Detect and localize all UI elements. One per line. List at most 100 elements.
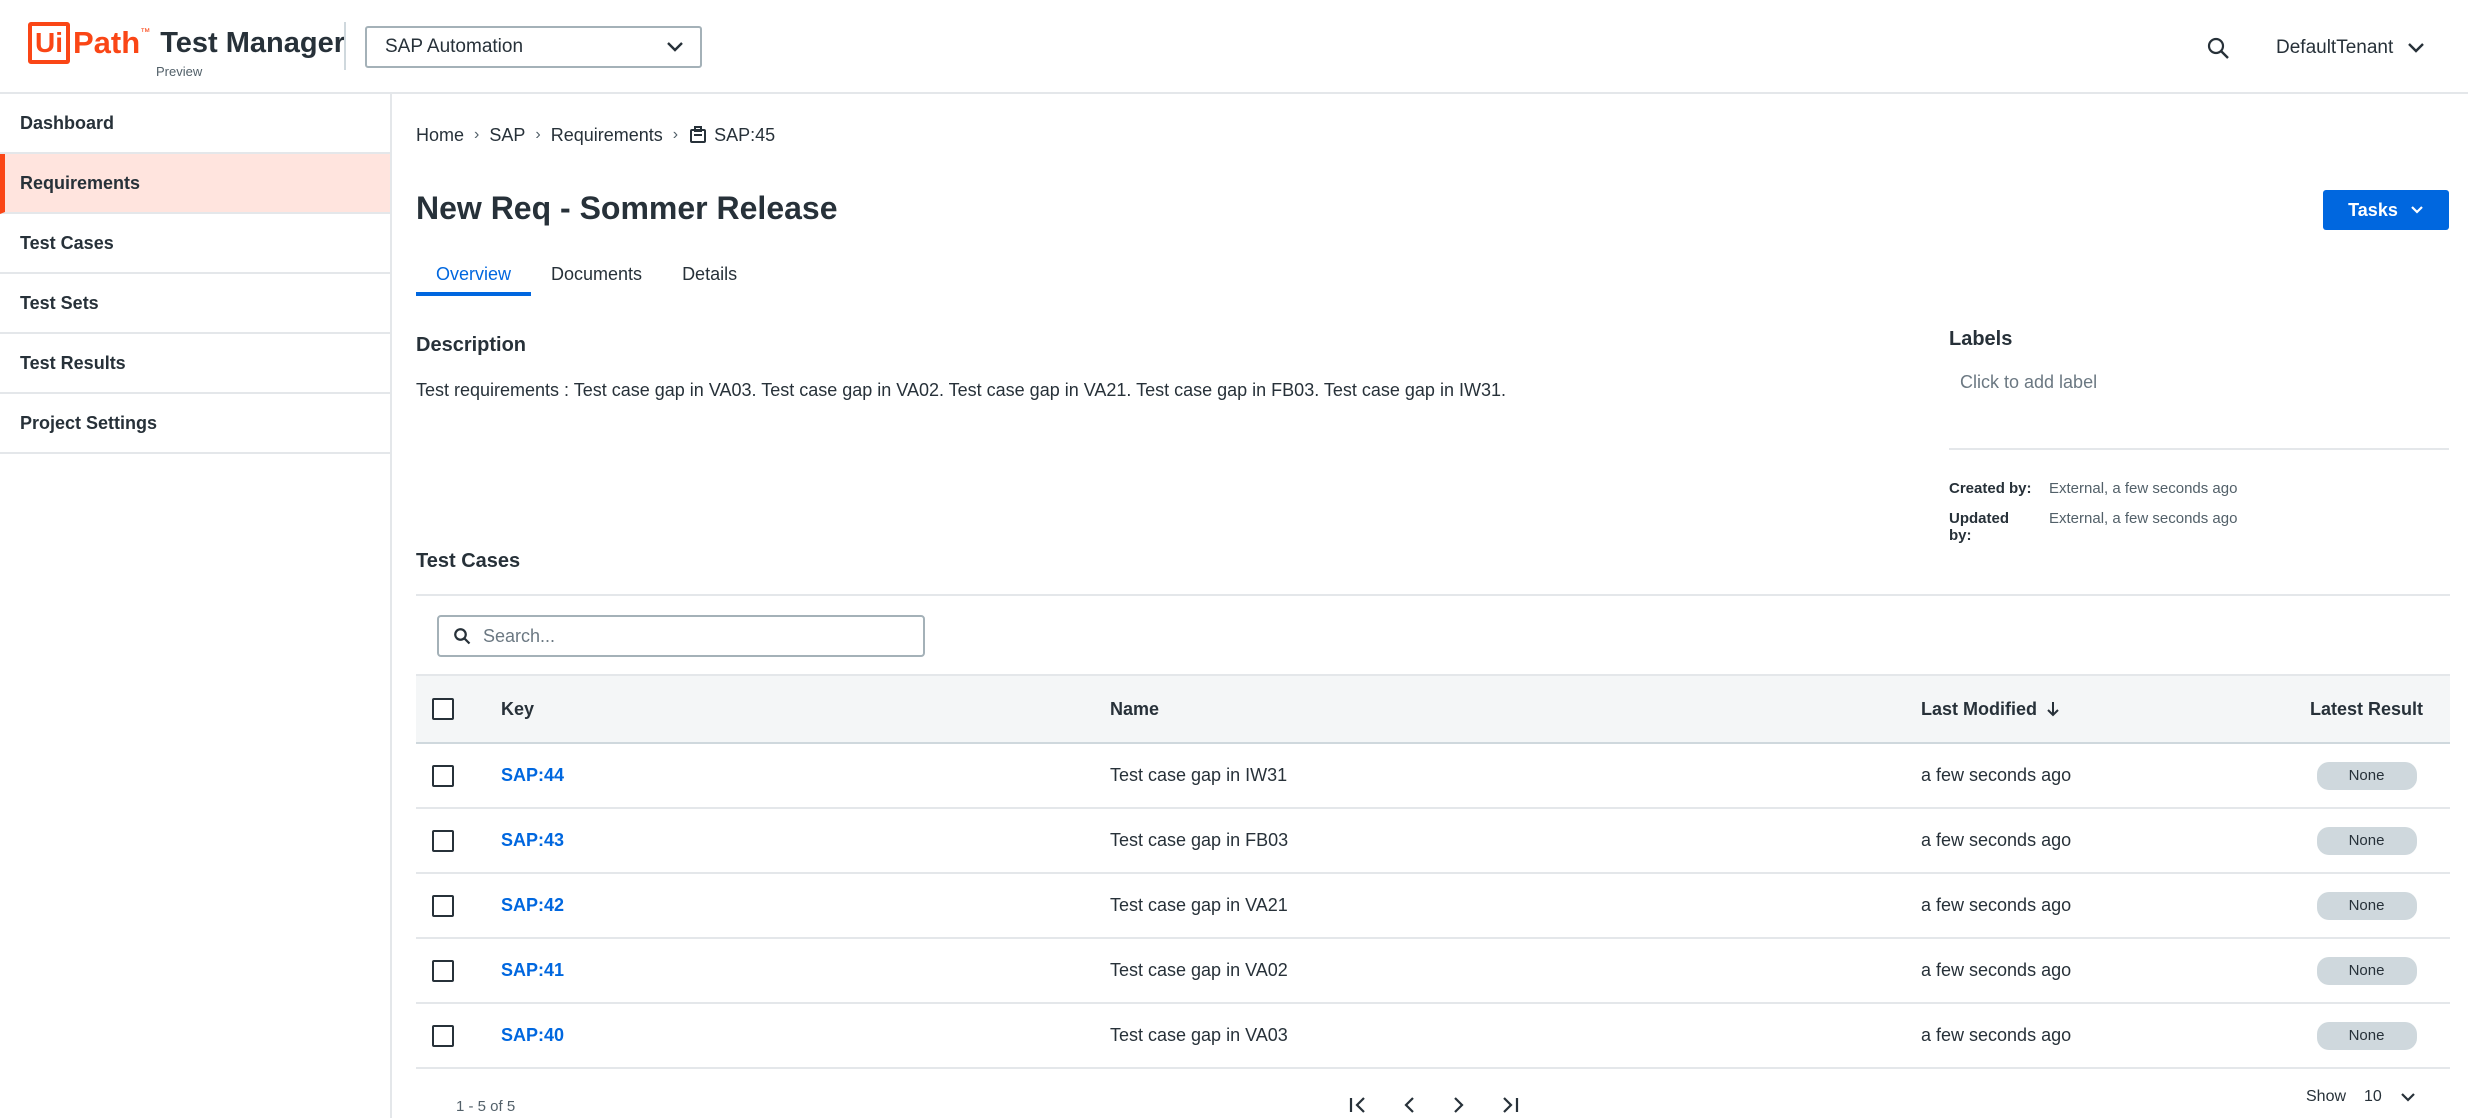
chevron-down-icon bbox=[667, 42, 683, 52]
search-input[interactable] bbox=[483, 625, 903, 647]
test-cases-search[interactable] bbox=[437, 615, 925, 657]
last-page-button[interactable] bbox=[1494, 1090, 1524, 1118]
sidebar-nav: Dashboard Requirements Test Cases Test S… bbox=[0, 94, 392, 1118]
table-row[interactable]: SAP:40 Test case gap in VA03 a few secon… bbox=[416, 1004, 2450, 1069]
created-by-label: Created by: bbox=[1949, 480, 2032, 497]
test-case-key-link[interactable]: SAP:44 bbox=[501, 765, 564, 785]
result-badge: None bbox=[2316, 956, 2417, 985]
row-checkbox[interactable] bbox=[432, 764, 454, 787]
breadcrumb-home[interactable]: Home bbox=[416, 125, 464, 146]
tasks-button-label: Tasks bbox=[2348, 199, 2398, 220]
sidebar-item-test-sets[interactable]: Test Sets bbox=[0, 274, 390, 334]
app-header: Ui Path ™ Test Manager Preview SAP Autom… bbox=[0, 0, 2468, 94]
test-case-key-link[interactable]: SAP:42 bbox=[501, 895, 564, 915]
row-checkbox[interactable] bbox=[432, 894, 454, 917]
test-case-name: Test case gap in VA03 bbox=[1110, 1025, 1288, 1045]
breadcrumb-current: SAP:45 bbox=[714, 124, 776, 145]
table-row[interactable]: SAP:44 Test case gap in IW31 a few secon… bbox=[416, 744, 2450, 809]
test-case-modified: a few seconds ago bbox=[1921, 765, 2072, 785]
first-page-button[interactable] bbox=[1344, 1090, 1374, 1118]
sidebar-item-test-results[interactable]: Test Results bbox=[0, 334, 390, 394]
test-case-name: Test case gap in FB03 bbox=[1110, 830, 1289, 850]
description-text: Test requirements : Test case gap in VA0… bbox=[416, 380, 1506, 400]
row-checkbox[interactable] bbox=[432, 959, 454, 982]
tenant-selector[interactable]: DefaultTenant bbox=[2276, 30, 2425, 66]
row-checkbox[interactable] bbox=[432, 829, 454, 852]
requirement-icon bbox=[690, 126, 707, 143]
first-page-icon bbox=[1349, 1097, 1365, 1113]
sidebar-item-project-settings[interactable]: Project Settings bbox=[0, 394, 390, 454]
pagination-controls bbox=[1344, 1090, 1524, 1118]
chevron-down-icon bbox=[2408, 43, 2425, 53]
project-selector[interactable]: SAP Automation bbox=[365, 26, 702, 68]
breadcrumb: Home › SAP › Requirements › SAP:45 bbox=[416, 120, 775, 150]
labels-heading: Labels bbox=[1949, 328, 2013, 350]
description-heading: Description bbox=[416, 334, 527, 356]
test-case-modified: a few seconds ago bbox=[1921, 1025, 2072, 1045]
previous-page-button[interactable] bbox=[1394, 1090, 1424, 1118]
test-cases-heading: Test Cases bbox=[416, 550, 521, 572]
search-icon bbox=[2207, 37, 2229, 59]
logo-path-text: Path bbox=[73, 25, 141, 60]
updated-by-value: External, a few seconds ago bbox=[2049, 510, 2238, 527]
page-size-label: Show bbox=[2306, 1088, 2347, 1105]
column-last-modified-label: Last Modified bbox=[1921, 698, 2037, 719]
table-header: Key Name Last Modified Latest Result bbox=[416, 674, 2450, 744]
created-by-value: External, a few seconds ago bbox=[2049, 480, 2238, 497]
test-case-name: Test case gap in VA21 bbox=[1110, 895, 1288, 915]
next-page-button[interactable] bbox=[1444, 1090, 1474, 1118]
table-row[interactable]: SAP:43 Test case gap in FB03 a few secon… bbox=[416, 809, 2450, 874]
table-row[interactable]: SAP:42 Test case gap in VA21 a few secon… bbox=[416, 874, 2450, 939]
main-content: Home › SAP › Requirements › SAP:45 New R… bbox=[416, 94, 2450, 1118]
breadcrumb-requirements[interactable]: Requirements bbox=[551, 125, 663, 146]
test-case-modified: a few seconds ago bbox=[1921, 895, 2072, 915]
created-by: Created by: External, a few seconds ago bbox=[1949, 480, 2237, 497]
project-selector-value: SAP Automation bbox=[385, 36, 524, 57]
chevron-left-icon bbox=[1404, 1097, 1414, 1113]
test-case-modified: a few seconds ago bbox=[1921, 830, 2072, 850]
tab-bar: Overview Documents Details bbox=[416, 254, 757, 296]
test-cases-table: Key Name Last Modified Latest Result SAP… bbox=[416, 674, 2450, 1069]
breadcrumb-project[interactable]: SAP bbox=[489, 125, 525, 146]
test-cases-divider bbox=[416, 594, 2450, 596]
page-size-value: 10 bbox=[2364, 1088, 2382, 1105]
chevron-down-icon bbox=[2411, 206, 2423, 214]
tab-overview[interactable]: Overview bbox=[416, 254, 532, 296]
tab-details[interactable]: Details bbox=[662, 254, 757, 296]
page-size-selector[interactable]: Show 10 bbox=[2306, 1088, 2416, 1106]
select-all-checkbox[interactable] bbox=[432, 698, 454, 720]
labels-divider bbox=[1949, 448, 2449, 450]
sidebar-item-dashboard[interactable]: Dashboard bbox=[0, 94, 390, 154]
updated-by: Updated by: External, a few seconds ago bbox=[1949, 510, 2237, 544]
updated-by-label: Updated by: bbox=[1949, 510, 2009, 544]
last-page-icon bbox=[1503, 1097, 1519, 1113]
logo-trademark: ™ bbox=[140, 27, 151, 38]
product-name: Test Manager bbox=[160, 27, 345, 59]
tab-documents[interactable]: Documents bbox=[531, 254, 662, 296]
chevron-right-icon bbox=[1454, 1097, 1464, 1113]
chevron-right-icon: › bbox=[474, 126, 480, 143]
test-case-key-link[interactable]: SAP:43 bbox=[501, 830, 564, 850]
test-case-name: Test case gap in VA02 bbox=[1110, 960, 1288, 980]
test-case-key-link[interactable]: SAP:41 bbox=[501, 960, 564, 980]
test-case-key-link[interactable]: SAP:40 bbox=[501, 1025, 564, 1045]
column-key[interactable]: Key bbox=[501, 699, 1110, 720]
tasks-button[interactable]: Tasks bbox=[2323, 190, 2449, 230]
row-checkbox[interactable] bbox=[432, 1024, 454, 1047]
column-name[interactable]: Name bbox=[1110, 699, 1921, 720]
page-title: New Req - Sommer Release bbox=[416, 190, 838, 226]
sidebar-item-requirements[interactable]: Requirements bbox=[0, 154, 390, 214]
table-row[interactable]: SAP:41 Test case gap in VA02 a few secon… bbox=[416, 939, 2450, 1004]
chevron-down-icon bbox=[2401, 1093, 2415, 1102]
sidebar-item-test-cases[interactable]: Test Cases bbox=[0, 214, 390, 274]
pagination-count: 1 - 5 of 5 bbox=[456, 1098, 516, 1115]
test-case-modified: a few seconds ago bbox=[1921, 960, 2072, 980]
chevron-right-icon: › bbox=[672, 126, 679, 143]
search-icon bbox=[454, 628, 471, 645]
column-latest-result[interactable]: Latest Result bbox=[2283, 699, 2450, 720]
column-last-modified[interactable]: Last Modified bbox=[1921, 699, 2283, 720]
result-badge: None bbox=[2316, 1021, 2417, 1050]
global-search-button[interactable] bbox=[2200, 30, 2236, 66]
result-badge: None bbox=[2316, 761, 2417, 790]
add-label-input[interactable]: Click to add label bbox=[1960, 372, 2097, 393]
